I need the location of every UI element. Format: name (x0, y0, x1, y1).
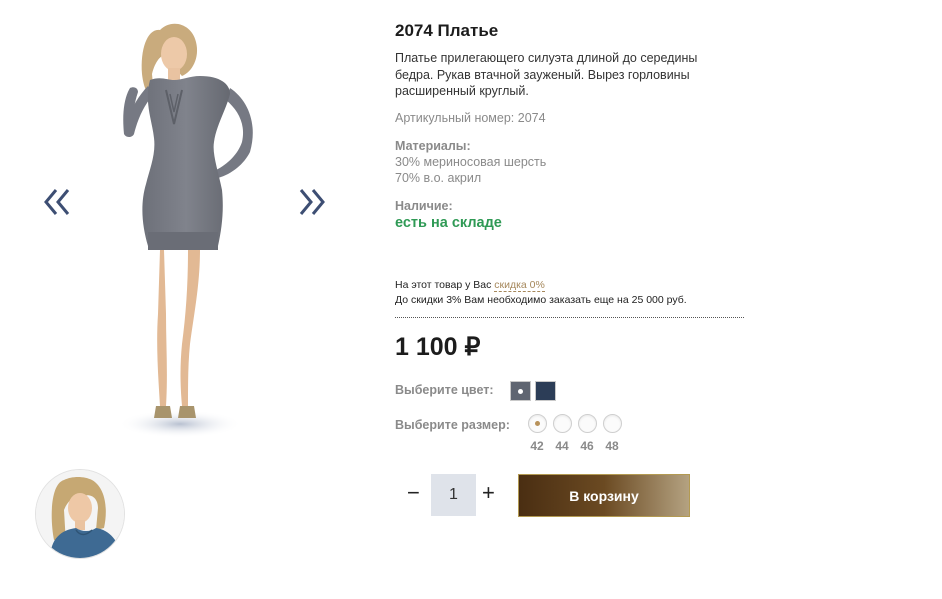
color-swatch-selected[interactable] (510, 381, 531, 401)
color-label: Выберите цвет: (395, 383, 494, 397)
size-option-48[interactable]: 48 (601, 414, 623, 453)
gallery-prev-button[interactable] (41, 182, 75, 222)
size-option-44[interactable]: 44 (551, 414, 573, 453)
size-value: 46 (580, 439, 594, 453)
product-gallery (0, 0, 380, 599)
radio-icon (527, 414, 547, 433)
gallery-next-button[interactable] (294, 182, 328, 222)
product-thumbnail[interactable] (35, 469, 125, 559)
size-option-42[interactable]: 42 (526, 414, 548, 453)
color-swatch[interactable] (535, 381, 556, 401)
product-title: 2074 Платье (395, 21, 499, 40)
radio-icon (552, 414, 572, 433)
discount-line-2: До скидки 3% Вам необходимо заказать еще… (395, 294, 687, 306)
radio-icon (602, 414, 622, 433)
radio-icon (577, 414, 597, 433)
discount-link[interactable]: скидка 0% (494, 279, 545, 292)
quantity-increase-button[interactable]: + (482, 481, 495, 505)
size-value: 48 (605, 439, 619, 453)
materials-label: Материалы: (395, 139, 471, 153)
discount-line-1: На этот товар у Вас скидка 0% (395, 278, 687, 293)
selected-dot-icon (534, 421, 540, 426)
material-item: 30% мериносовая шерсть (395, 155, 547, 169)
product-price: 1 100 ₽ (395, 333, 481, 361)
size-value: 42 (530, 439, 544, 453)
product-main-image (108, 14, 288, 446)
size-option-46[interactable]: 46 (576, 414, 598, 453)
divider (395, 317, 744, 318)
size-label: Выберите размер: (395, 418, 510, 432)
availability-status: есть на складе (395, 215, 502, 231)
double-chevron-right-icon (299, 189, 325, 215)
quantity-decrease-button[interactable]: − (407, 481, 420, 505)
availability-label: Наличие: (395, 199, 453, 213)
discount-prefix: На этот товар у Вас (395, 279, 495, 291)
size-value: 44 (555, 439, 569, 453)
selected-dot-icon (518, 389, 523, 394)
quantity-input[interactable] (431, 474, 476, 516)
add-to-cart-button[interactable]: В корзину (518, 474, 690, 517)
double-chevron-left-icon (44, 189, 70, 215)
discount-info: На этот товар у Вас скидка 0% До скидки … (395, 278, 687, 308)
product-description: Платье прилегающего силуэта длиной до се… (395, 51, 698, 98)
material-item: 70% в.о. акрил (395, 171, 482, 185)
article-number: Артикульный номер: 2074 (395, 111, 546, 125)
